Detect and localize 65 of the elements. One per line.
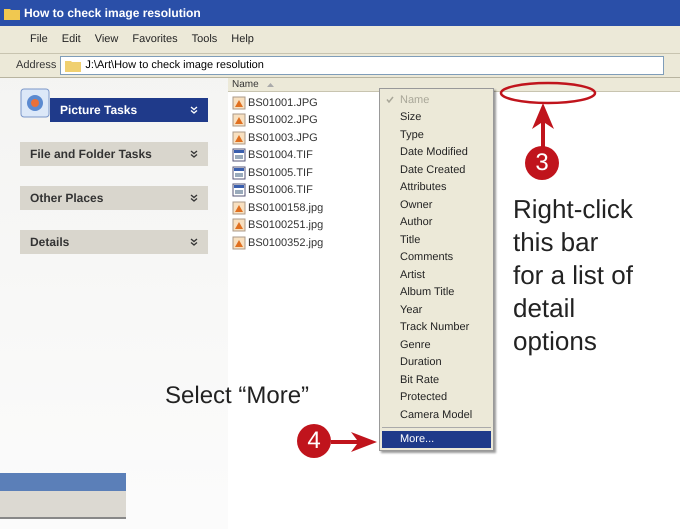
menu-option[interactable]: Bit Rate (382, 371, 491, 388)
menu-option[interactable]: Protected (382, 388, 491, 406)
photo-file-icon (232, 96, 246, 110)
menu-item[interactable]: Help (231, 31, 254, 48)
image-file-entry[interactable]: BS0100251.jpg (232, 216, 324, 234)
address-field[interactable]: J:\Art\How to check image resolution (60, 56, 664, 75)
image-file-entry[interactable]: BS01003.JPG (232, 129, 318, 146)
menu-option[interactable]: Owner (382, 196, 491, 214)
image-file-entry[interactable]: BS0100158.jpg (232, 199, 324, 216)
menu-option[interactable]: Duration (382, 354, 491, 371)
menu-item[interactable]: File (30, 31, 48, 48)
menu-option[interactable]: Size (382, 108, 491, 126)
image-file-icon (232, 148, 246, 162)
menu-option[interactable]: Camera Model (382, 406, 491, 424)
image-file-entry[interactable]: BS01005.TIF (232, 164, 313, 182)
callout-text: Right-click this bar for a list of detail options (513, 193, 633, 358)
sort-arrow-icon (266, 82, 274, 86)
chevron-icon (190, 150, 198, 158)
menu-item[interactable]: View (94, 31, 118, 48)
menu-item[interactable]: Tools (192, 31, 218, 48)
arrow-right-icon (331, 432, 377, 452)
menu-option[interactable]: Comments (382, 248, 491, 266)
arrow-up-icon (532, 103, 554, 147)
step-number-badge: 3 (525, 146, 559, 180)
menu-option[interactable]: Attributes (382, 178, 491, 196)
menu-item[interactable]: Favorites (132, 31, 178, 48)
chevron-icon (190, 106, 198, 114)
task-pane-header[interactable]: Picture Tasks (50, 98, 208, 122)
image-file-icon (232, 166, 246, 180)
chevron-icon (190, 194, 198, 202)
menu-option[interactable]: Track Number (382, 318, 491, 336)
menu-option[interactable]: Title (382, 231, 491, 248)
menu-option[interactable]: Author (382, 214, 491, 231)
menu-option[interactable]: Date Created (382, 161, 491, 178)
image-file-entry[interactable]: BS01004.TIF (232, 146, 313, 164)
step-number-badge: 4 (297, 424, 331, 458)
photo-file-icon (232, 130, 246, 145)
picture-frame-icon (20, 88, 50, 118)
image-file-icon (232, 183, 246, 198)
task-pane-header[interactable]: Other Places (20, 186, 208, 210)
folder-icon (4, 6, 20, 20)
photo-file-icon (232, 236, 246, 250)
menu-option[interactable]: Artist (382, 266, 491, 284)
image-file-entry[interactable]: BS01006.TIF (232, 182, 313, 199)
menu-option[interactable]: Album Title (382, 284, 491, 301)
address-label: Address (16, 58, 56, 74)
photo-file-icon (232, 200, 246, 215)
menu-option[interactable]: Genre (382, 336, 491, 354)
menu-option[interactable]: Year (382, 301, 491, 318)
menu-item[interactable]: Edit (62, 31, 81, 48)
task-pane-header[interactable]: File and Folder Tasks (20, 142, 208, 166)
task-pane-header[interactable]: Details (20, 230, 208, 254)
window-title: How to check image resolution (24, 5, 201, 22)
callout-text: Select “More” (165, 381, 310, 411)
chevron-icon (190, 238, 198, 246)
photo-file-icon (232, 218, 246, 232)
address-value: J:\Art\How to check image resolution (85, 58, 264, 74)
photo-file-icon (232, 113, 246, 128)
image-file-entry[interactable]: BS01002.JPG (232, 112, 318, 129)
menu-option[interactable]: More... (382, 430, 491, 448)
image-file-entry[interactable]: BS0100352.jpg (232, 234, 324, 252)
image-file-entry[interactable]: BS01001.JPG (232, 94, 318, 112)
menu-option[interactable]: Date Modified (382, 144, 491, 161)
menu-option[interactable]: Type (382, 126, 491, 144)
folder-icon (65, 60, 82, 72)
